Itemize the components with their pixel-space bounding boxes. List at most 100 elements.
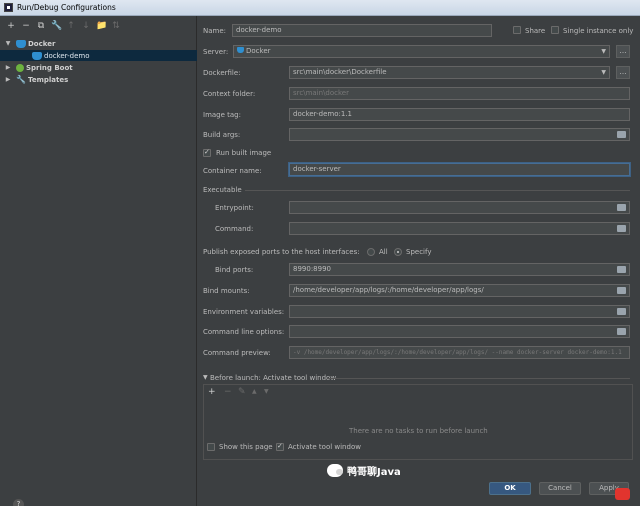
activate-tool-window-checkbox[interactable] (276, 442, 284, 451)
tree-group-label: Spring Boot (26, 63, 73, 72)
expand-field-icon[interactable] (617, 225, 626, 232)
docker-icon (32, 51, 42, 60)
tree-item-label: docker-demo (44, 51, 90, 60)
dockerfile-value: src\main\docker\Dockerfile (293, 68, 387, 76)
executable-group-label: Executable (203, 186, 242, 194)
bind-mounts-field[interactable]: /home/developer/app/logs/:/home/develope… (289, 284, 630, 297)
run-built-image-checkbox[interactable] (203, 148, 211, 157)
bind-ports-field[interactable]: 8990:8990 (289, 263, 630, 276)
remove-icon[interactable]: − (21, 21, 31, 31)
collapsed-arrow-icon[interactable]: ▶ (4, 76, 12, 83)
before-launch-title: Before launch: Activate tool window (210, 374, 337, 382)
expand-field-icon[interactable] (617, 308, 626, 315)
tree-group-docker[interactable]: ▼ Docker (0, 38, 197, 49)
share-checkbox[interactable] (513, 26, 521, 34)
command-preview-label: Command preview: (203, 349, 271, 357)
bind-ports-value: 8990:8990 (293, 265, 331, 273)
command-line-options-field[interactable] (289, 325, 630, 338)
add-task-icon[interactable]: + (208, 387, 216, 397)
context-folder-label: Context folder: (203, 90, 256, 98)
share-label: Share (525, 27, 546, 35)
expand-field-icon[interactable] (617, 328, 626, 335)
move-up-icon[interactable]: ↑ (66, 21, 76, 31)
folder-icon[interactable]: 📁 (96, 21, 107, 31)
move-down-icon[interactable]: ↓ (81, 21, 91, 31)
bind-mounts-label: Bind mounts: (203, 287, 250, 295)
tree-item-docker-demo[interactable]: docker-demo (0, 50, 197, 61)
expand-field-icon[interactable] (617, 266, 626, 273)
show-page-label: Show this page (219, 443, 273, 451)
expand-field-icon[interactable] (617, 204, 626, 211)
dockerfile-browse-button[interactable]: … (616, 66, 630, 79)
chevron-down-icon: ▼ (601, 69, 606, 76)
command-field[interactable] (289, 222, 630, 235)
docker-icon (16, 39, 26, 48)
dockerfile-label: Dockerfile: (203, 69, 241, 77)
activate-tool-window-label: Activate tool window (288, 443, 361, 451)
publish-specify-label: Specify (406, 248, 432, 256)
container-name-field[interactable]: docker-server (289, 163, 630, 176)
wrench-icon: 🔧 (16, 74, 26, 84)
context-folder-field[interactable]: src\main\docker (289, 87, 630, 100)
wrench-icon[interactable]: 🔧 (51, 21, 62, 31)
environment-variables-field[interactable] (289, 305, 630, 318)
build-args-field[interactable] (289, 128, 630, 141)
watermark-text: 鸭哥聊Java (347, 467, 401, 478)
wechat-logo-icon (327, 464, 343, 477)
bind-ports-label: Bind ports: (215, 266, 254, 274)
cancel-button[interactable]: Cancel (539, 482, 581, 495)
remove-task-icon[interactable]: − (224, 387, 232, 397)
copy-icon[interactable]: ⧉ (36, 21, 46, 31)
server-label: Server: (203, 48, 229, 56)
tree-group-spring-boot[interactable]: ▶ Spring Boot (0, 62, 197, 73)
single-instance-checkbox[interactable] (551, 26, 559, 34)
corner-logo-icon (615, 488, 630, 500)
publish-ports-label: Publish exposed ports to the host interf… (203, 248, 360, 256)
name-field[interactable]: docker-demo (232, 24, 492, 37)
container-name-label: Container name: (203, 167, 262, 175)
expanded-arrow-icon[interactable]: ▼ (4, 40, 12, 47)
build-args-label: Build args: (203, 131, 241, 139)
tree-group-templates[interactable]: ▶ 🔧 Templates (0, 74, 197, 85)
command-label: Command: (215, 225, 254, 233)
command-line-options-label: Command line options: (203, 328, 285, 336)
entrypoint-field[interactable] (289, 201, 630, 214)
configuration-form: Name: docker-demo Share Single instance … (197, 16, 640, 506)
entrypoint-label: Entrypoint: (215, 204, 254, 212)
command-preview-field[interactable]: -v /home/developer/app/logs/:/home/devel… (289, 346, 630, 359)
publish-all-label: All (379, 248, 388, 256)
name-label: Name: (203, 27, 227, 35)
group-divider (245, 190, 630, 191)
watermark: 鸭哥聊Java (327, 463, 401, 478)
dockerfile-select[interactable]: src\main\docker\Dockerfile ▼ (289, 66, 610, 79)
chevron-down-icon: ▼ (601, 48, 606, 55)
tree-group-label: Templates (28, 75, 69, 84)
environment-variables-label: Environment variables: (203, 308, 285, 316)
image-tag-label: Image tag: (203, 111, 241, 119)
publish-specify-radio[interactable] (394, 248, 402, 256)
image-tag-field[interactable]: docker-demo:1.1 (289, 108, 630, 121)
run-built-image-label: Run built image (216, 149, 272, 157)
server-select[interactable]: Docker ▼ (233, 45, 610, 58)
empty-task-list-text: There are no tasks to run before launch (349, 427, 488, 435)
move-up-icon[interactable]: ▲ (252, 388, 257, 395)
expand-field-icon[interactable] (617, 287, 626, 294)
help-icon[interactable]: ? (13, 499, 24, 506)
move-down-icon[interactable]: ▼ (264, 388, 269, 395)
intellij-icon (4, 3, 13, 12)
before-launch-collapse-icon[interactable]: ▼ (203, 374, 208, 381)
single-instance-label: Single instance only (563, 27, 634, 35)
bind-mounts-value: /home/developer/app/logs/:/home/develope… (293, 286, 484, 294)
ok-button[interactable]: OK (489, 482, 531, 495)
collapsed-arrow-icon[interactable]: ▶ (4, 64, 12, 71)
server-value: Docker (246, 47, 271, 55)
add-icon[interactable]: + (6, 21, 16, 31)
docker-icon (237, 47, 244, 53)
expand-field-icon[interactable] (617, 131, 626, 138)
edit-task-icon[interactable]: ✎ (238, 387, 246, 397)
window-title: Run/Debug Configurations (17, 3, 116, 12)
show-page-checkbox[interactable] (207, 443, 215, 451)
publish-all-radio[interactable] (367, 248, 375, 256)
sort-icon[interactable]: ⇅ (111, 21, 121, 31)
server-browse-button[interactable]: … (616, 45, 630, 58)
